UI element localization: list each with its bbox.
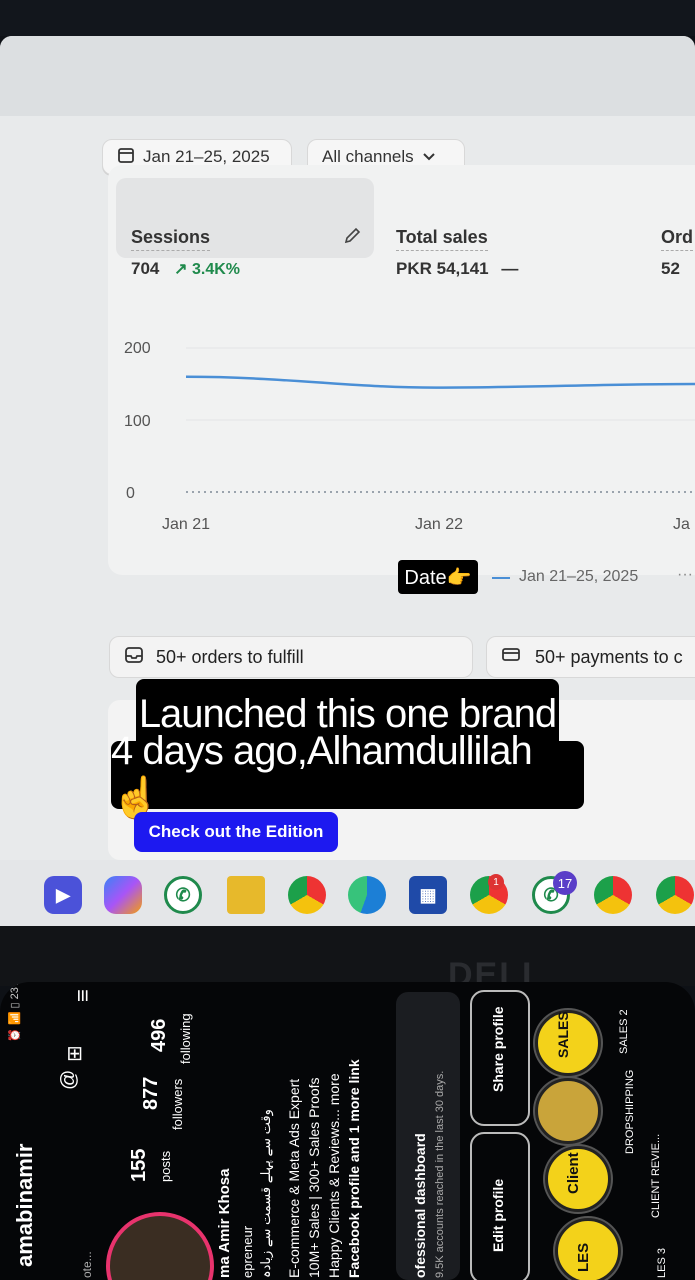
metric-sessions-trend: ↗ 3.4K% [174, 261, 240, 278]
posts-count: 155 [128, 1148, 150, 1182]
metric-orders-label: Ord [661, 227, 694, 251]
x-tick-label: Jan 22 [415, 516, 464, 533]
series-line-current [186, 375, 695, 389]
share-profile-label: Share profile [490, 1006, 506, 1092]
orders-banner-label: 50+ orders to fulfill [156, 646, 304, 667]
whatsapp-badge: 17 [553, 871, 577, 895]
payments-banner[interactable]: 50+ payments to c [486, 636, 695, 678]
metric-sessions[interactable]: Sessions 704 ↗ 3.4K% [131, 227, 240, 279]
date-sticker: Date👉 [398, 560, 478, 594]
payments-banner-label: 50+ payments to c [535, 646, 683, 667]
highlight-badge: SALES [555, 1011, 571, 1058]
bio-line-1: E-commerce & Meta Ads Expert [286, 1078, 302, 1278]
metric-sessions-value-row: 704 ↗ 3.4K% [131, 259, 240, 279]
date-filter-label: Jan 21–25, 2025 [143, 147, 270, 166]
threads-icon[interactable]: @ [58, 1070, 81, 1090]
followers-count[interactable]: 877 [140, 1077, 163, 1110]
highlight-label: LES 3 [656, 1248, 668, 1278]
profile-username: amabinamir [12, 1143, 37, 1268]
caption-line-2: 4 days ago,Alhamdullilah ☝️ [111, 729, 584, 820]
check-out-edition-button[interactable]: Check out the Edition [134, 812, 338, 852]
dashboard-subtitle: 9.5K accounts reached in the last 30 day… [434, 1070, 446, 1278]
phone-instagram-profile: ⏰ 📶 ▯ 23% amabinamir ≡ ⊞ @ 155 posts 877… [0, 982, 695, 1280]
store-icon[interactable]: ▦ [409, 876, 447, 914]
metric-sessions-label: Sessions [131, 227, 211, 251]
chrome-profile-icon[interactable] [594, 876, 632, 914]
edit-profile-label: Edit profile [490, 1178, 506, 1252]
posts-label: posts [158, 1150, 173, 1182]
metric-orders-value: 52 [661, 259, 680, 278]
metric-total-sales-label: Total sales [396, 227, 488, 251]
chevron-down-icon [422, 147, 436, 167]
chrome-icon[interactable] [288, 876, 326, 914]
monitor-bezel [0, 926, 695, 986]
following-count[interactable]: 496 [148, 1019, 171, 1052]
metric-orders[interactable]: Ord 52 [661, 227, 694, 279]
metric-total-sales-value-row: PKR 54,141 — [396, 259, 518, 279]
bio-urdu: وقت سے پہلے قسمت سے زیادہ [258, 1109, 273, 1278]
note-label: ote... [80, 1251, 94, 1278]
highlight-label: DROPSHIPPING [624, 1069, 636, 1154]
bio-name: ma Amir Khosa [216, 1168, 233, 1278]
x-tick-label: Jan 21 [162, 516, 211, 533]
professional-dashboard-panel[interactable] [396, 992, 460, 1280]
metric-sessions-value: 704 [131, 259, 160, 278]
edge-icon[interactable] [348, 876, 386, 914]
chrome-profile-icon[interactable] [656, 876, 694, 914]
avatar[interactable] [106, 1212, 214, 1280]
sessions-line-chart [186, 347, 695, 493]
bio-line-4[interactable]: Facebook profile and 1 more link [346, 1059, 362, 1278]
phone-status-bar: ⏰ 📶 ▯ 23% [8, 982, 21, 1042]
payment-icon [501, 646, 523, 669]
battery-level: 23% [9, 982, 21, 1000]
highlight-label: CLIENT REVIE... [650, 1133, 662, 1218]
top-band [0, 0, 695, 36]
y-tick-label: 200 [124, 340, 151, 357]
file-explorer-icon[interactable] [227, 876, 265, 914]
legend-label: Jan 21–25, 2025 [519, 568, 639, 585]
channel-filter-label: All channels [322, 147, 414, 166]
trend-value: 3.4K% [191, 261, 240, 278]
whatsapp-icon[interactable]: ✆ [164, 876, 202, 914]
bio-role: epreneur [240, 1225, 255, 1278]
add-icon[interactable]: ⊞ [62, 1045, 87, 1062]
menu-icon[interactable]: ≡ [70, 989, 96, 1002]
y-tick-label: 0 [126, 485, 135, 502]
legend-swatch [492, 577, 510, 579]
highlight-badge: LES [575, 1242, 592, 1272]
x-tick-label: Ja [673, 516, 690, 533]
video-call-icon[interactable]: ▶ [44, 876, 82, 914]
metric-total-sales-value: PKR 54,141 [396, 259, 489, 278]
y-tick-label: 100 [124, 413, 151, 430]
copilot-icon[interactable] [104, 876, 142, 914]
orders-to-fulfill-banner[interactable]: 50+ orders to fulfill [109, 636, 473, 678]
metric-total-sales-trend: — [501, 259, 519, 278]
metric-total-sales[interactable]: Total sales PKR 54,141 — [396, 227, 518, 279]
pencil-icon[interactable] [342, 226, 362, 251]
legend-more: ··· [677, 566, 693, 583]
bio-line-3[interactable]: Happy Clients & Reviews... more [326, 1073, 342, 1278]
highlight-label: SALES 2 [618, 1009, 630, 1054]
browser-top-area [0, 36, 695, 116]
dashboard-title: ofessional dashboard [412, 1133, 428, 1278]
highlight-badge: Client [565, 1152, 582, 1194]
highlight-dropshipping[interactable] [535, 1078, 601, 1144]
bio-line-2: 10M+ Sales | 300+ Sales Proofs [306, 1077, 322, 1278]
following-label[interactable]: following [178, 1013, 193, 1064]
inbox-icon [124, 645, 144, 670]
followers-label[interactable]: followers [170, 1079, 185, 1130]
chrome-badge: 1 [488, 874, 504, 890]
